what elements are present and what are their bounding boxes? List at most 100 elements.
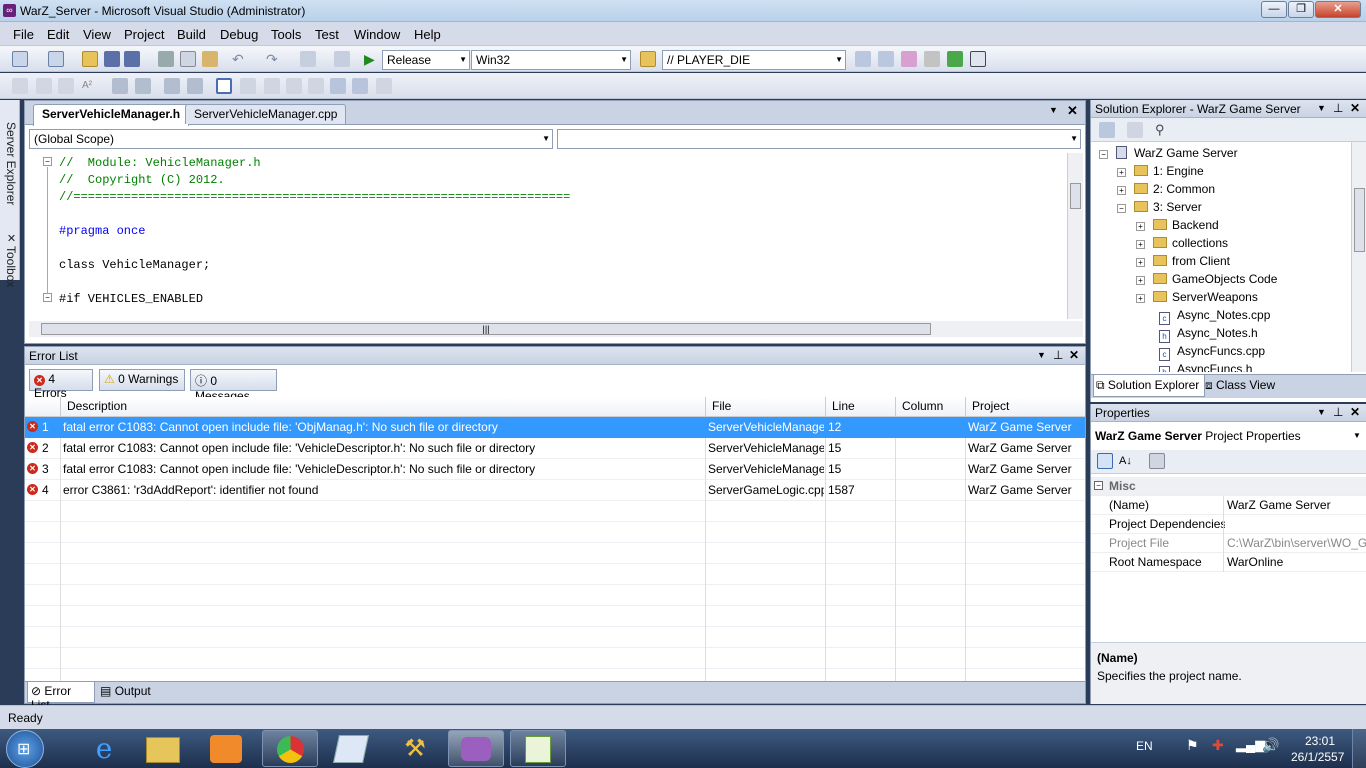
property-row[interactable]: Project File C:\WarZ\bin\server\WO_G [1091,534,1366,553]
scrollbar-thumb[interactable]: ||| [41,323,931,335]
next-bookmark-icon[interactable] [264,78,280,94]
previous-bookmark-icon[interactable] [240,78,256,94]
complete-word-icon[interactable]: A² [82,78,98,94]
start-debugging-icon[interactable]: ▶ [364,51,380,67]
expand-icon[interactable]: + [1136,258,1145,267]
tab-solution-explorer[interactable]: ⧉ Solution Explorer [1093,375,1205,397]
configuration-dropdown[interactable]: Release ▼ [382,50,470,70]
close-panel-icon[interactable]: ✕ [1069,348,1079,362]
property-pages-icon[interactable] [1149,453,1165,469]
error-row[interactable]: ✕ 3 fatal error C1083: Cannot open inclu… [25,459,1085,480]
increase-indent-icon[interactable] [135,78,151,94]
tree-node-serverweapons[interactable]: + ServerWeapons [1136,288,1258,306]
expand-icon[interactable]: + [1117,186,1126,195]
scope-dropdown[interactable]: (Global Scope) ▼ [29,129,553,149]
cut-icon[interactable] [158,51,174,67]
tree-node-collections[interactable]: + collections [1136,234,1228,252]
tab-server-vehicle-manager-cpp[interactable]: ServerVehicleManager.cpp [185,104,347,124]
errors-filter-button[interactable]: ✕ 4 Errors [29,369,93,400]
collapse-icon[interactable]: − [1117,204,1126,213]
properties-window-icon[interactable] [878,51,894,67]
uncomment-lines-icon[interactable] [187,78,203,94]
parameter-info-icon[interactable] [36,78,52,94]
scrollbar-thumb[interactable] [1070,183,1081,209]
file-explorer-icon[interactable] [146,737,180,763]
new-project-icon[interactable] [12,51,28,67]
tree-node-asyncfuncs-h[interactable]: hAsyncFuncs.h [1159,360,1252,372]
error-row[interactable]: ✕ 4 error C3861: 'r3dAddReport': identif… [25,480,1085,501]
toolbox-tab[interactable]: Toolbox [2,246,18,287]
quick-info-icon[interactable] [58,78,74,94]
next-bookmark-folder-icon[interactable] [308,78,324,94]
collapse-icon[interactable]: − [1094,481,1103,490]
pin-icon[interactable]: ⊥ [1333,405,1343,419]
menu-tools[interactable]: Tools [271,27,301,42]
tree-node-async-notes-cpp[interactable]: c Async_Notes.cpp [1159,306,1270,325]
tree-node-from-client[interactable]: + from Client [1136,252,1230,270]
close-button[interactable]: ✕ [1315,1,1361,18]
copy-icon[interactable] [180,51,196,67]
property-row[interactable]: (Name) WarZ Game Server [1091,496,1366,515]
find-in-files-icon[interactable] [640,51,656,67]
collapse-icon[interactable]: − [43,293,52,302]
properties-icon[interactable] [1099,122,1115,138]
taskbar-visual-studio[interactable] [448,730,504,767]
tab-server-vehicle-manager-h[interactable]: ServerVehicleManager.h [33,104,190,126]
menu-debug[interactable]: Debug [220,27,258,42]
menu-project[interactable]: Project [124,27,164,42]
expand-icon[interactable]: + [1136,276,1145,285]
open-icon[interactable] [82,51,98,67]
pin-icon[interactable]: ⊥ [1053,348,1063,362]
show-desktop-button[interactable] [1352,729,1366,768]
notepad-icon[interactable] [333,735,369,763]
toolbox-icon[interactable] [924,51,940,67]
window-position-icon[interactable]: ▼ [1037,350,1046,360]
column-file[interactable]: File [706,397,826,417]
close-document-icon[interactable]: ✕ [1067,103,1078,119]
solution-explorer-icon[interactable] [855,51,871,67]
flag-icon[interactable]: ⚑ [1186,737,1199,754]
start-button[interactable]: ⊞ [6,730,44,768]
expand-icon[interactable]: + [1136,222,1145,231]
volume-icon[interactable]: 🔊 [1262,737,1279,754]
object-selector[interactable]: WarZ Game Server Project Properties ▼ [1091,426,1366,446]
clear-bookmarks-icon[interactable] [376,78,392,94]
vertical-scrollbar[interactable] [1067,153,1083,319]
previous-bookmark-document-icon[interactable] [330,78,346,94]
menu-window[interactable]: Window [354,27,400,42]
warnings-filter-button[interactable]: ⚠ 0 Warnings [99,369,185,391]
start-page-icon[interactable] [947,51,963,67]
taskbar-editor[interactable] [510,730,566,767]
collapse-icon[interactable]: − [43,157,52,166]
scrollbar-thumb[interactable] [1354,188,1365,252]
minimize-button[interactable]: — [1261,1,1287,18]
vertical-scrollbar[interactable] [1351,142,1366,372]
tree-node-common[interactable]: +2: Common [1117,180,1215,198]
messages-filter-button[interactable]: ⓘ 0 Messages [190,369,277,403]
error-row[interactable]: ✕ 1 fatal error C1083: Cannot open inclu… [25,417,1085,438]
toggle-bookmark-icon[interactable] [216,78,232,94]
command-window-icon[interactable] [970,51,986,67]
maximize-button[interactable]: ❐ [1288,1,1314,18]
pin-icon[interactable]: ⊥ [1333,101,1343,115]
code-area[interactable]: − − // Module: VehicleManager.h // Copyr… [25,153,1085,321]
menu-build[interactable]: Build [177,27,206,42]
save-icon[interactable] [104,51,120,67]
tree-node-async-notes-h[interactable]: h Async_Notes.h [1159,324,1258,343]
next-bookmark-document-icon[interactable] [352,78,368,94]
class-diagram-icon[interactable]: ⚲ [1155,122,1171,138]
tree-node-engine[interactable]: +1: Engine [1117,162,1204,180]
tree-node-root[interactable]: − WarZ Game Server [1099,144,1238,162]
decrease-indent-icon[interactable] [112,78,128,94]
window-position-icon[interactable]: ▼ [1317,103,1326,113]
previous-bookmark-folder-icon[interactable] [286,78,302,94]
add-item-icon[interactable] [48,51,64,67]
tree-node-gameobjects-code[interactable]: + GameObjects Code [1136,270,1277,288]
column-column[interactable]: Column [896,397,966,417]
list-members-icon[interactable] [12,78,28,94]
platform-dropdown[interactable]: Win32 ▼ [471,50,631,70]
close-panel-icon[interactable]: ✕ [1350,101,1360,115]
column-line[interactable]: Line [826,397,896,417]
property-row[interactable]: Project Dependencies [1091,515,1366,534]
tree-node-server[interactable]: −3: Server [1117,198,1202,216]
